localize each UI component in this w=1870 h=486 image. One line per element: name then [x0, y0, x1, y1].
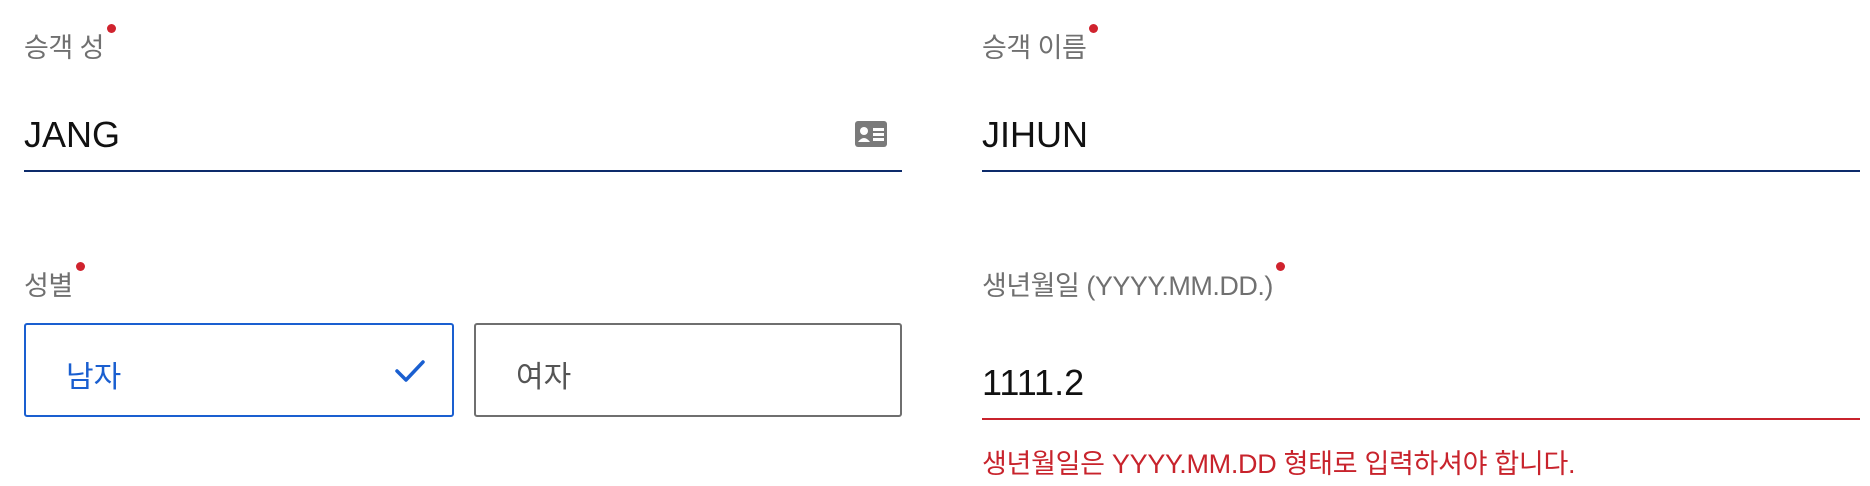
birthdate-error-message: 생년월일은 YYYY.MM.DD 형태로 입력하셔야 합니다. [982, 449, 1576, 479]
given-name-input[interactable] [982, 100, 1860, 170]
surname-label: 승객 성 [24, 24, 117, 65]
given-name-field[interactable] [982, 100, 1860, 172]
birthdate-label-text: 생년월일 (YYYY.MM.DD.) [982, 271, 1273, 301]
birthdate-field[interactable] [982, 348, 1860, 420]
gender-option-male-label: 남자 [66, 361, 122, 394]
birthdate-input[interactable] [982, 348, 1860, 418]
surname-field[interactable] [24, 100, 902, 172]
gender-option-male[interactable]: 남자 [24, 323, 454, 417]
given-name-label-text: 승객 이름 [982, 33, 1087, 63]
required-dot [107, 24, 117, 33]
check-icon [395, 360, 425, 382]
given-name-label: 승객 이름 [982, 24, 1099, 65]
gender-option-female-label: 여자 [516, 361, 572, 394]
surname-label-text: 승객 성 [24, 33, 105, 63]
gender-option-female[interactable]: 여자 [474, 323, 902, 417]
required-dot [1089, 24, 1099, 33]
required-dot [1275, 262, 1285, 271]
id-card-icon[interactable] [854, 120, 888, 148]
required-dot [75, 262, 85, 271]
surname-input[interactable] [24, 100, 902, 170]
birthdate-label: 생년월일 (YYYY.MM.DD.) [982, 262, 1285, 303]
gender-label: 성별 [24, 262, 85, 303]
gender-label-text: 성별 [24, 271, 73, 301]
